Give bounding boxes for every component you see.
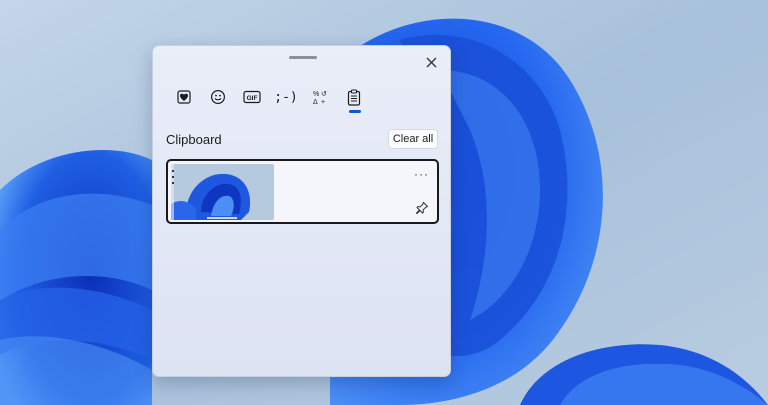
svg-text:+: + (321, 99, 325, 105)
svg-text:GIF: GIF (247, 95, 258, 102)
drag-handle[interactable] (289, 56, 317, 59)
close-button[interactable] (420, 51, 442, 73)
close-icon (426, 57, 436, 67)
panel-tabs: GIF ;-) % ↺ Δ + (167, 84, 371, 113)
section-title-clipboard: Clipboard (166, 132, 222, 147)
clear-all-button[interactable]: Clear all (388, 129, 438, 149)
pin-icon[interactable] (415, 201, 429, 215)
clipboard-item[interactable]: ··· (166, 159, 439, 224)
clipboard-icon (347, 89, 361, 106)
smiley-emoji-icon (210, 89, 226, 105)
tab-favorites[interactable] (167, 84, 201, 110)
tab-clipboard[interactable] (337, 84, 371, 113)
tab-gif[interactable]: GIF (235, 84, 269, 110)
svg-text:%: % (313, 91, 319, 98)
tab-symbols[interactable]: % ↺ Δ + (303, 84, 337, 110)
emoji-clipboard-panel: GIF ;-) % ↺ Δ + Clipboard Clear all ··· (152, 45, 451, 377)
tab-emoji[interactable] (201, 84, 235, 110)
svg-text:Δ: Δ (313, 99, 318, 105)
symbols-icon: % ↺ Δ + (313, 91, 327, 105)
svg-text:↺: ↺ (321, 91, 327, 98)
kaomoji-icon: ;-) (274, 89, 298, 105)
gif-icon: GIF (243, 90, 261, 104)
tab-kaomoji[interactable]: ;-) (269, 84, 303, 110)
heart-favorites-icon (177, 90, 191, 104)
clipboard-image-thumbnail (171, 164, 274, 220)
more-options-button[interactable]: ··· (414, 167, 429, 181)
